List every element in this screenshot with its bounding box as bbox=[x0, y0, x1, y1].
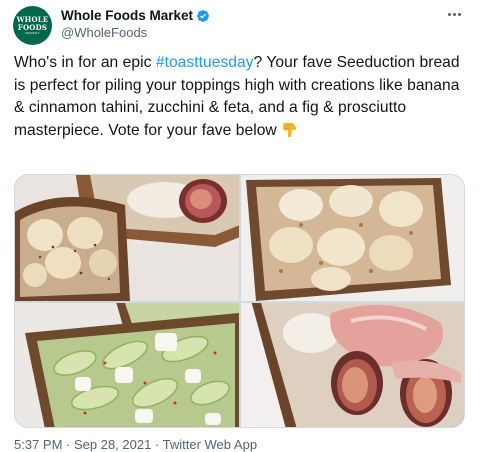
more-options-icon[interactable] bbox=[442, 6, 466, 22]
tweet-text: Who's in for an epic #toasttuesday? Your… bbox=[14, 52, 469, 142]
author-name-row: Whole Foods Market bbox=[61, 8, 210, 23]
tweet-text-start: Who's in for an epic bbox=[14, 54, 156, 71]
tweet-timestamp[interactable]: 5:37 PM · Sep 28, 2021 · Twitter Web App bbox=[14, 437, 257, 452]
user-handle[interactable]: @WholeFoods bbox=[61, 25, 147, 40]
display-name[interactable]: Whole Foods Market bbox=[61, 8, 193, 23]
toast-photo-fig-prosciutto[interactable] bbox=[241, 303, 465, 428]
avatar[interactable]: WHOLE FOODS MARKET bbox=[13, 6, 52, 45]
toast-photo-zucchini-feta[interactable] bbox=[15, 303, 239, 428]
pointing-down-emoji-icon bbox=[283, 122, 297, 137]
media-grid bbox=[14, 174, 465, 428]
toast-photo-banana-cinnamon-tahini[interactable] bbox=[241, 175, 465, 301]
verified-badge-icon bbox=[197, 9, 209, 22]
avatar-logo-line3: MARKET bbox=[25, 31, 40, 35]
avatar-logo-line1: WHOLE bbox=[16, 15, 49, 24]
tweet-card: WHOLE FOODS MARKET Whole Foods Market @W… bbox=[0, 0, 480, 452]
toast-photo-banana-fig[interactable] bbox=[15, 175, 239, 301]
avatar-logo-line2: FOODS bbox=[17, 23, 48, 32]
hashtag-link[interactable]: #toasttuesday bbox=[156, 54, 254, 71]
